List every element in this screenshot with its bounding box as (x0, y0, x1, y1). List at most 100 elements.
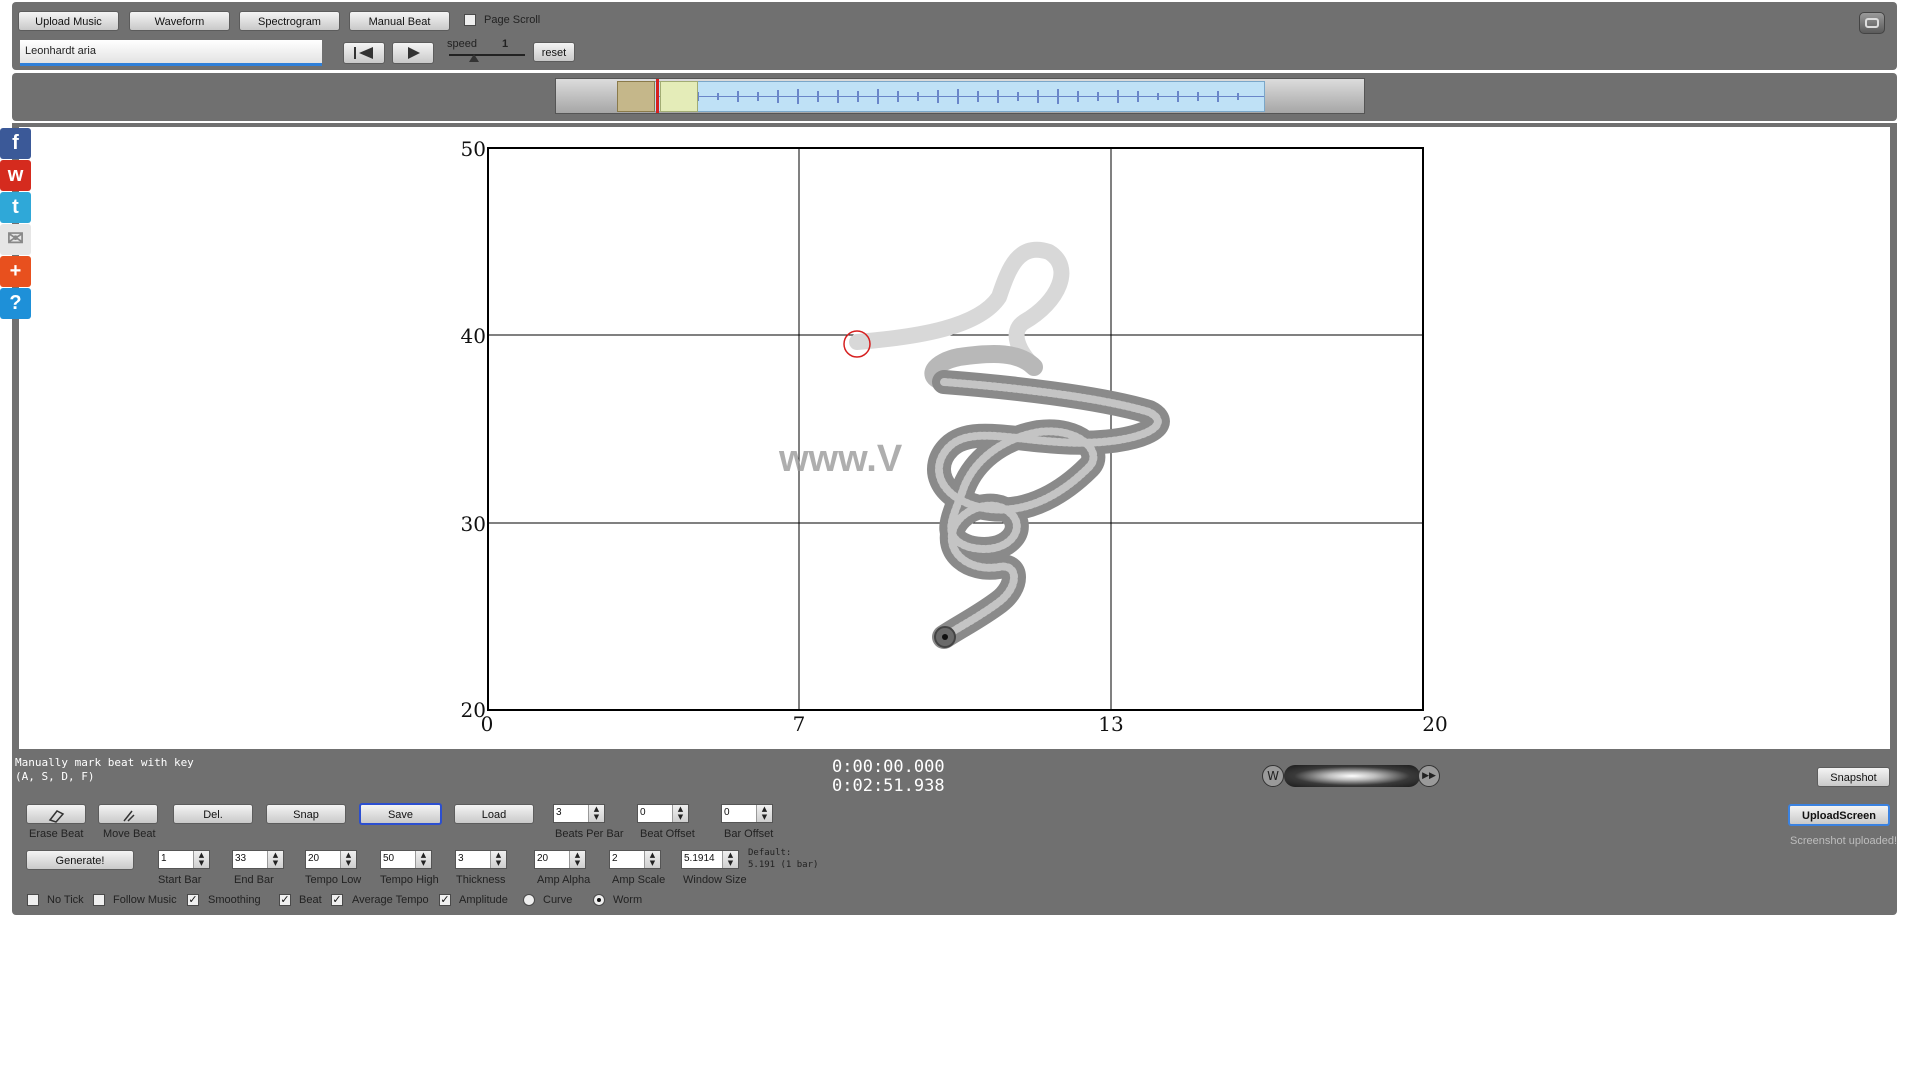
erase-beat-button[interactable] (26, 804, 86, 824)
worm-head-eye (942, 634, 948, 640)
worm-radio[interactable] (593, 894, 605, 906)
song-title-field[interactable]: Leonhardt aria (20, 40, 322, 66)
end-bar-value: 33 (235, 853, 247, 864)
y-tick-label: 30 (461, 512, 486, 536)
beats-per-bar-stepper[interactable]: 3 ▲ ▼ (553, 804, 605, 823)
amp-scale-label: Amp Scale (612, 874, 666, 886)
page-scroll-label: Page Scroll (484, 14, 541, 26)
bar-offset-stepper[interactable]: 0 ▲ ▼ (721, 804, 773, 823)
follow-music-label: Follow Music (113, 894, 177, 906)
move-beat-button[interactable] (98, 804, 158, 824)
canvas-area[interactable]: 50 40 30 20 0 7 13 20 www.V (19, 127, 1890, 749)
thickness-value: 3 (458, 853, 464, 864)
add-icon[interactable]: + (0, 256, 31, 287)
average-tempo-checkbox[interactable]: ✓ (331, 894, 343, 906)
beat-offset-stepper[interactable]: 0 ▲ ▼ (637, 804, 689, 823)
eraser-icon (48, 810, 65, 823)
time-current: 0:00:00.000 (832, 757, 945, 777)
snapshot-button[interactable]: Snapshot (1817, 767, 1890, 787)
amp-scale-stepper[interactable]: 2 ▲ ▼ (609, 850, 661, 869)
stepper-arrows-icon[interactable]: ▲ ▼ (193, 851, 209, 868)
amp-alpha-value: 20 (537, 853, 549, 864)
amplitude-checkbox[interactable]: ✓ (439, 894, 451, 906)
beat-offset-value: 0 (640, 807, 646, 818)
start-bar-label: Start Bar (158, 874, 202, 886)
curve-label: Curve (543, 894, 573, 906)
stepper-arrows-icon[interactable]: ▲ ▼ (340, 851, 356, 868)
waveform-button[interactable]: Waveform (129, 11, 230, 31)
erase-beat-label: Erase Beat (29, 828, 84, 840)
mail-icon[interactable]: ✉ (0, 224, 31, 255)
speed-slider-thumb[interactable] (469, 54, 479, 62)
no-tick-checkbox[interactable] (27, 894, 39, 906)
skip-back-icon (354, 47, 373, 59)
rewind-button[interactable] (343, 42, 385, 64)
beat-label: Beat (299, 894, 322, 906)
smoothing-checkbox[interactable]: ✓ (187, 894, 199, 906)
no-tick-label: No Tick (47, 894, 84, 906)
window-size-stepper[interactable]: 5.1914 ▲ ▼ (681, 850, 739, 869)
loop-marker-right[interactable] (660, 81, 698, 112)
stepper-arrows-icon[interactable]: ▲ ▼ (490, 851, 506, 868)
tempo-low-stepper[interactable]: 20 ▲ ▼ (305, 850, 357, 869)
fast-forward-icon[interactable]: ▶▶ (1418, 765, 1440, 787)
average-tempo-label: Average Tempo (352, 894, 429, 906)
stepper-arrows-icon[interactable]: ▲ ▼ (756, 805, 772, 822)
twitter-icon[interactable]: t (0, 192, 31, 223)
stepper-arrows-icon[interactable]: ▲ ▼ (588, 805, 604, 822)
default-hint-line2: 5.191 (1 bar) (748, 860, 819, 870)
stepper-arrows-icon[interactable]: ▲ ▼ (569, 851, 585, 868)
start-bar-value: 1 (161, 853, 167, 864)
window-size-label: Window Size (683, 874, 747, 886)
hint-text-line1: Manually mark beat with key (15, 756, 194, 769)
stepper-arrows-icon[interactable]: ▲ ▼ (267, 851, 283, 868)
watermark-text: www.V (778, 438, 903, 480)
playhead-marker[interactable] (656, 79, 659, 113)
tempo-high-value: 50 (383, 853, 395, 864)
tempo-plot: 50 40 30 20 0 7 13 20 www.V (461, 137, 1448, 736)
end-bar-stepper[interactable]: 33 ▲ ▼ (232, 850, 284, 869)
waveform-selection[interactable] (617, 81, 1265, 112)
upload-music-button[interactable]: Upload Music (18, 11, 119, 31)
loop-marker-left[interactable] (617, 81, 655, 112)
stepper-arrows-icon[interactable]: ▲ ▼ (644, 851, 660, 868)
help-icon[interactable]: ? (0, 288, 31, 319)
reset-button[interactable]: reset (533, 42, 575, 62)
smoothing-label: Smoothing (208, 894, 261, 906)
amp-scale-value: 2 (612, 853, 618, 864)
snap-button[interactable]: Snap (266, 804, 346, 824)
waveform-overview[interactable] (555, 78, 1365, 114)
weibo-icon[interactable]: w (0, 160, 31, 191)
play-button[interactable] (392, 42, 434, 64)
waveform-icon (658, 89, 1264, 104)
time-total: 0:02:51.938 (832, 776, 945, 796)
share-sidebar: f w t ✉ +? (0, 128, 32, 328)
settings-icon[interactable] (1859, 12, 1885, 34)
volume-slider[interactable] (1284, 765, 1420, 787)
load-button[interactable]: Load (454, 804, 534, 824)
facebook-icon[interactable]: f (0, 128, 31, 159)
generate-button[interactable]: Generate! (26, 850, 134, 870)
start-bar-stepper[interactable]: 1 ▲ ▼ (158, 850, 210, 869)
delete-button[interactable]: Del. (173, 804, 253, 824)
status-row (12, 753, 1897, 797)
thickness-stepper[interactable]: 3 ▲ ▼ (455, 850, 507, 869)
spectrogram-button[interactable]: Spectrogram (239, 11, 340, 31)
tempo-high-stepper[interactable]: 50 ▲ ▼ (380, 850, 432, 869)
amp-alpha-stepper[interactable]: 20 ▲ ▼ (534, 850, 586, 869)
stepper-arrows-icon[interactable]: ▲ ▼ (672, 805, 688, 822)
curve-radio[interactable] (523, 894, 535, 906)
bar-offset-label: Bar Offset (724, 828, 774, 840)
beat-checkbox[interactable]: ✓ (279, 894, 291, 906)
upload-screen-button[interactable]: UploadScreen (1788, 804, 1890, 826)
follow-music-checkbox[interactable] (93, 894, 105, 906)
waveform-toggle-icon[interactable]: W (1262, 765, 1284, 787)
manual-beat-button[interactable]: Manual Beat (349, 11, 450, 31)
play-icon (408, 47, 420, 59)
save-button[interactable]: Save (359, 803, 442, 825)
move-beat-label: Move Beat (103, 828, 156, 840)
stepper-arrows-icon[interactable]: ▲ ▼ (722, 851, 738, 868)
stepper-arrows-icon[interactable]: ▲ ▼ (415, 851, 431, 868)
speed-slider-track[interactable] (449, 54, 525, 56)
page-scroll-checkbox[interactable] (464, 14, 476, 26)
